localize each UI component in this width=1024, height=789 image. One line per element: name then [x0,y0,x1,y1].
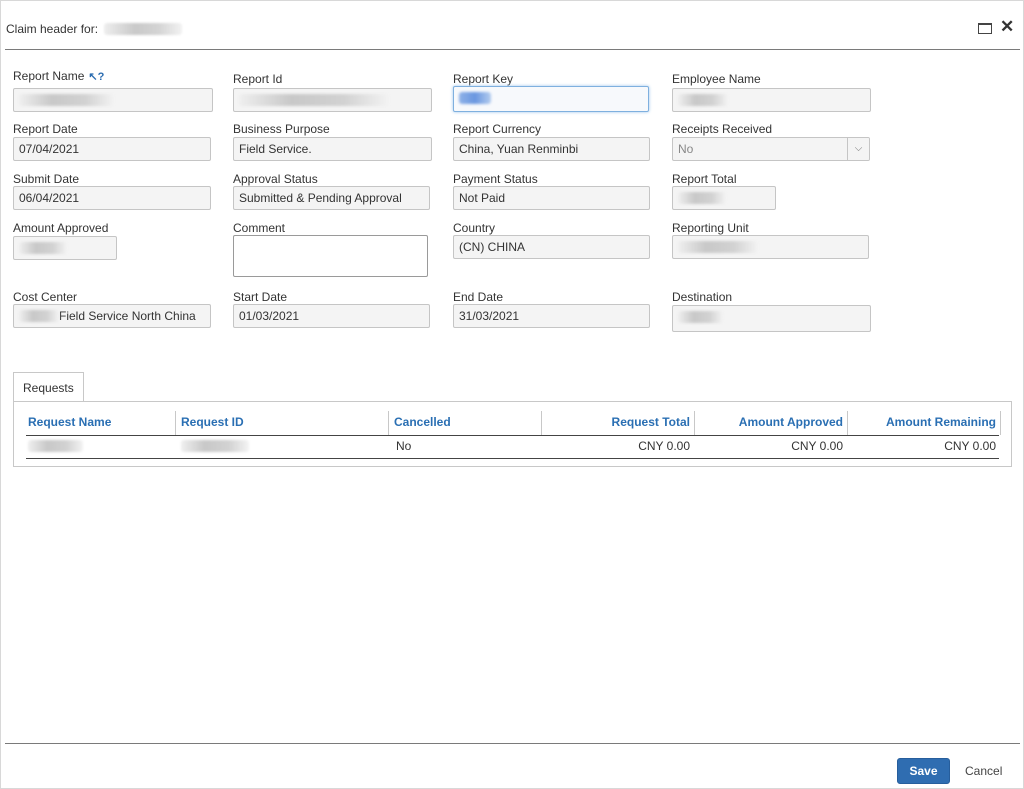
dialog-title: Claim header for: [6,22,183,36]
request-id-cell [181,439,249,453]
payment-status-label: Payment Status [453,172,538,186]
redacted-value [678,94,728,106]
submit-date-field[interactable]: 06/04/2021 [13,186,211,210]
start-date-label: Start Date [233,290,288,304]
dialog-titlebar: Claim header for: ✕ [1,1,1023,51]
redacted-value [678,192,726,204]
reporting-unit-field[interactable] [672,235,869,259]
report-total-label: Report Total [672,172,737,186]
close-icon[interactable]: ✕ [1000,17,1014,37]
column-header-amount-remaining[interactable]: Amount Remaining [853,415,996,429]
report-key-label: Report Key [453,72,514,86]
column-divider [847,411,848,435]
requests-panel: Request Name Request ID Cancelled Reques… [13,401,1012,467]
column-divider [541,411,542,435]
receipts-received-select[interactable]: No ⌵ [672,137,870,161]
dialog-title-text: Claim header for: [6,22,99,36]
report-id-label: Report Id [233,72,283,86]
redacted-value [19,94,114,106]
column-header-request-name[interactable]: Request Name [28,415,111,429]
comment-textarea[interactable] [233,235,428,277]
column-header-request-total[interactable]: Request Total [547,415,690,429]
business-purpose-field[interactable]: Field Service. [233,137,432,161]
country-label: Country [453,221,496,235]
redacted-value [678,241,758,253]
column-header-amount-approved[interactable]: Amount Approved [700,415,843,429]
help-icon[interactable]: ↖? [88,70,104,83]
report-total-field[interactable] [672,186,776,210]
report-date-field[interactable]: 07/04/2021 [13,137,211,161]
cancelled-cell: No [396,439,412,453]
report-name-label: Report Name ↖? [13,69,105,83]
redacted-claimant-name [104,23,183,35]
redacted-value [678,311,723,323]
redacted-value [19,310,59,322]
column-divider [1000,411,1001,435]
employee-name-label: Employee Name [672,72,761,86]
report-date-label: Report Date [13,122,78,136]
amount-approved-label: Amount Approved [13,221,109,235]
approval-status-field[interactable]: Submitted & Pending Approval [233,186,430,210]
end-date-field[interactable]: 31/03/2021 [453,304,650,328]
destination-field[interactable] [672,305,871,332]
cost-center-value: Field Service North China [59,309,196,323]
cancel-button[interactable]: Cancel [961,758,1006,784]
destination-label: Destination [672,290,733,304]
reporting-unit-label: Reporting Unit [672,221,749,235]
column-header-cancelled[interactable]: Cancelled [394,415,451,429]
country-field[interactable]: (CN) CHINA [453,235,650,259]
title-divider [5,49,1020,50]
redacted-value [239,94,389,106]
redacted-value [459,92,491,104]
start-date-field[interactable]: 01/03/2021 [233,304,430,328]
business-purpose-label: Business Purpose [233,122,330,136]
report-name-field[interactable] [13,88,213,112]
redacted-value [181,440,249,452]
approval-status-label: Approval Status [233,172,318,186]
comment-label: Comment [233,221,286,235]
submit-date-label: Submit Date [13,172,80,186]
cost-center-label: Cost Center [13,290,78,304]
cost-center-field[interactable]: Field Service North China [13,304,211,328]
claim-header-dialog: Claim header for: ✕ Report Name ↖? Report… [0,0,1024,789]
redacted-value [28,440,83,452]
column-header-request-id[interactable]: Request ID [181,415,244,429]
receipts-received-value: No [678,142,694,156]
employee-name-field[interactable] [672,88,871,112]
column-divider [388,411,389,435]
column-divider [175,411,176,435]
request-name-cell [28,439,83,453]
report-key-field[interactable] [453,86,649,112]
report-currency-field[interactable]: China, Yuan Renminbi [453,137,650,161]
amount-approved-field[interactable] [13,236,117,260]
maximize-icon[interactable] [978,23,992,34]
save-button[interactable]: Save [897,758,950,784]
amount-remaining-cell: CNY 0.00 [944,439,996,453]
footer-divider [5,743,1020,744]
table-header-divider [26,435,999,436]
chevron-down-icon[interactable]: ⌵ [847,138,869,160]
receipts-received-label: Receipts Received [672,122,773,136]
redacted-value [19,242,67,254]
payment-status-field[interactable]: Not Paid [453,186,650,210]
report-currency-label: Report Currency [453,122,542,136]
column-divider [694,411,695,435]
tab-requests[interactable]: Requests [13,372,84,402]
amount-approved-cell: CNY 0.00 [791,439,843,453]
table-row-divider [26,458,999,459]
end-date-label: End Date [453,290,504,304]
report-id-field[interactable] [233,88,432,112]
request-total-cell: CNY 0.00 [638,439,690,453]
